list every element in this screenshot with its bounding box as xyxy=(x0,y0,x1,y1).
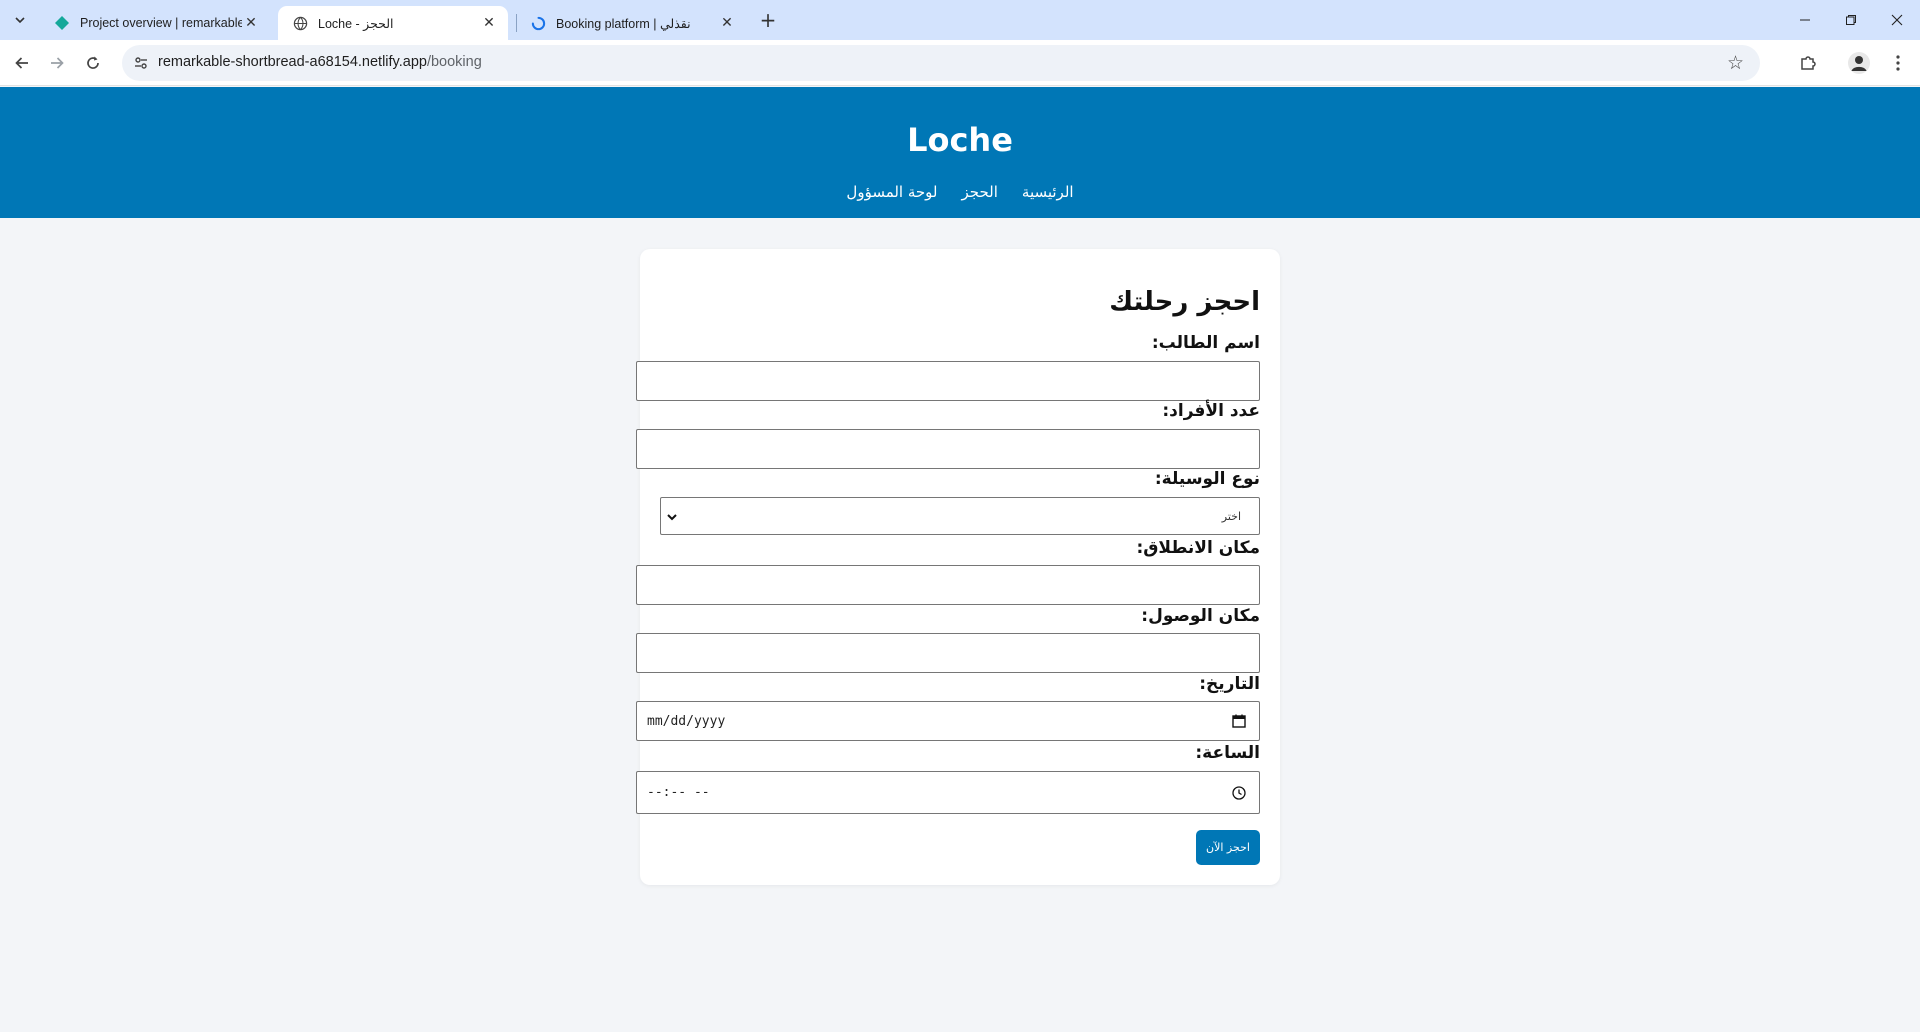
globe-icon xyxy=(292,15,308,31)
chevron-down-icon xyxy=(667,514,677,521)
vehicle-type-selected: اختر xyxy=(1221,509,1241,523)
form-heading: احجز رحلتك xyxy=(1109,287,1260,317)
site-header: Loche الرئيسية الحجز لوحة المسؤول xyxy=(0,87,1920,218)
url-text: remarkable-shortbread-a68154.netlify.app… xyxy=(158,54,482,70)
bookmark-star-icon[interactable]: ☆ xyxy=(1727,52,1744,74)
departure-place-label: مكان الانطلاق: xyxy=(1136,538,1260,558)
close-icon[interactable]: ✕ xyxy=(242,14,260,32)
reload-icon[interactable] xyxy=(79,49,107,77)
tab-title: Project overview | remarkable-s xyxy=(80,16,242,30)
back-arrow-icon[interactable] xyxy=(8,49,36,77)
site-settings-icon[interactable] xyxy=(132,54,150,72)
loading-spinner-icon xyxy=(530,15,546,31)
browser-tab-project-overview[interactable]: Project overview | remarkable-s ✕ xyxy=(40,6,270,40)
student-name-input[interactable] xyxy=(636,361,1260,401)
address-bar[interactable]: remarkable-shortbread-a68154.netlify.app… xyxy=(122,45,1760,81)
extensions-puzzle-icon[interactable] xyxy=(1794,49,1822,77)
restore-icon[interactable] xyxy=(1828,0,1874,40)
browser-tabstrip: Project overview | remarkable-s ✕ Loche … xyxy=(0,0,1920,40)
site-nav: الرئيسية الحجز لوحة المسؤول xyxy=(0,183,1920,201)
departure-place-input[interactable] xyxy=(636,565,1260,605)
browser-tab-booking-platform[interactable]: Booking platform | نقذلي ✕ xyxy=(516,6,746,40)
close-icon[interactable]: ✕ xyxy=(718,14,736,32)
close-icon[interactable]: ✕ xyxy=(480,14,498,32)
arrival-place-label: مكان الوصول: xyxy=(1141,606,1260,626)
student-name-label: اسم الطالب: xyxy=(1151,333,1260,353)
chevron-down-icon xyxy=(15,17,25,24)
kebab-menu-icon[interactable] xyxy=(1884,49,1912,77)
tab-search-button[interactable] xyxy=(8,8,32,32)
book-now-button[interactable]: احجز الآن xyxy=(1196,830,1260,865)
people-count-label: عدد الأفراد: xyxy=(1162,401,1260,421)
profile-avatar[interactable] xyxy=(1845,49,1873,77)
vehicle-type-select[interactable]: اختر xyxy=(660,497,1260,535)
nav-link-booking[interactable]: الحجز xyxy=(962,183,998,201)
site-title: Loche xyxy=(907,121,1013,159)
forward-arrow-icon[interactable] xyxy=(43,49,71,77)
window-close-icon[interactable] xyxy=(1874,0,1920,40)
date-input[interactable]: mm/dd/yyyy xyxy=(636,701,1260,741)
booking-form-card: احجز رحلتك اسم الطالب: عدد الأفراد: نوع … xyxy=(636,249,1280,885)
arrival-place-input[interactable] xyxy=(636,633,1260,673)
time-label: الساعة: xyxy=(1195,743,1260,763)
vehicle-type-label: نوع الوسيلة: xyxy=(1154,469,1260,489)
nav-link-home[interactable]: الرئيسية xyxy=(1022,183,1074,201)
time-input[interactable]: --:-- -- xyxy=(636,771,1260,814)
netlify-diamond-icon xyxy=(54,15,70,31)
browser-toolbar: remarkable-shortbread-a68154.netlify.app… xyxy=(0,40,1920,86)
people-count-input[interactable] xyxy=(636,429,1260,469)
tab-title: Loche - الحجز xyxy=(318,16,394,31)
clock-icon[interactable] xyxy=(1231,785,1247,801)
date-label: التاريخ: xyxy=(1199,674,1260,694)
new-tab-plus-icon[interactable]: + xyxy=(756,8,780,32)
url-path: /booking xyxy=(426,54,482,70)
browser-tab-booking-active[interactable]: Loche - الحجز ✕ xyxy=(278,6,508,40)
tab-title: Booking platform | نقذلي xyxy=(556,16,691,31)
date-placeholder: mm/dd/yyyy xyxy=(647,713,726,729)
nav-link-admin-dashboard[interactable]: لوحة المسؤول xyxy=(846,183,937,201)
url-host: remarkable-shortbread-a68154.netlify.app xyxy=(158,54,427,70)
calendar-icon[interactable] xyxy=(1231,713,1247,729)
time-placeholder: --:-- -- xyxy=(647,785,710,800)
minimize-icon[interactable] xyxy=(1782,0,1828,40)
